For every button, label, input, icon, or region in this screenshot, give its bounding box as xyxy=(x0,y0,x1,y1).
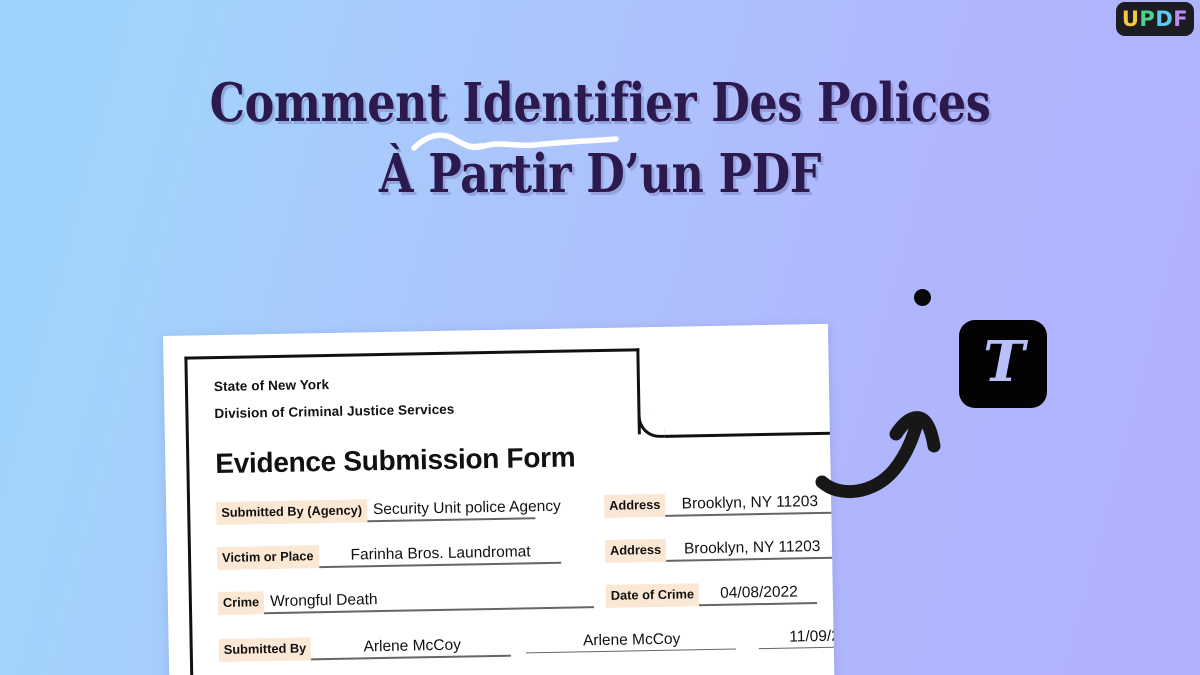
field-label: Submitted By (Agency) xyxy=(216,499,368,525)
hero-title: Comment Identifier Des Polices À Partir … xyxy=(0,68,1200,210)
pdf-document-preview[interactable]: State of New York Division of Criminal J… xyxy=(163,323,835,675)
doc-form-title: Evidence Submission Form xyxy=(215,441,576,480)
slide-canvas: UPDF Comment Identifier Des Polices À Pa… xyxy=(0,0,1200,675)
field-date-of-crime[interactable]: Date of Crime 04/08/2022 xyxy=(605,581,818,608)
updf-letter-d: D xyxy=(1155,6,1174,31)
field-label: Victim or Place xyxy=(216,545,319,570)
field-label: Date of Crime xyxy=(605,583,700,608)
field-value-date[interactable]: 11/09/2 xyxy=(758,627,834,648)
hero-title-line-2: À Partir D’un PDF xyxy=(379,143,821,206)
squiggle-underline-icon xyxy=(411,132,619,151)
field-victim-or-place[interactable]: Victim or Place Farinha Bros. Laundromat xyxy=(216,541,561,570)
doc-frame-top xyxy=(184,348,640,360)
field-label: Crime xyxy=(217,591,265,615)
doc-body: State of New York Division of Criminal J… xyxy=(213,368,835,675)
updf-letter-u: U xyxy=(1121,6,1140,31)
doc-agency-division: Division of Criminal Justice Services xyxy=(214,401,455,422)
field-signature[interactable]: Arlene McCoy xyxy=(525,630,736,654)
field-submitted-by[interactable]: Submitted By Arlene McCoy xyxy=(218,634,512,662)
updf-letter-f: F xyxy=(1173,6,1189,31)
font-letter-t-icon: T xyxy=(983,329,1025,395)
field-submitted-by-agency[interactable]: Submitted By (Agency) Security Unit poli… xyxy=(216,496,561,525)
decorative-dot xyxy=(914,289,931,306)
doc-frame-left xyxy=(184,356,194,675)
hero-title-line-1: Comment Identifier Des Polices xyxy=(209,72,991,134)
field-address-1[interactable]: Address Brooklyn, NY 11203 xyxy=(603,491,833,518)
field-label: Address xyxy=(603,493,666,518)
updf-letter-p: P xyxy=(1139,6,1156,31)
field-signature-date[interactable]: 11/09/2 xyxy=(758,627,835,650)
curved-arrow-icon xyxy=(815,411,941,499)
field-label: Address xyxy=(604,538,667,563)
field-address-2[interactable]: Address Brooklyn, NY 11203 xyxy=(604,536,835,563)
updf-logo-badge: UPDF xyxy=(1116,2,1194,36)
doc-agency-state: State of New York xyxy=(213,376,330,395)
font-identifier-tile[interactable]: T xyxy=(959,320,1047,408)
field-value[interactable]: 04/08/2022 xyxy=(699,583,817,604)
field-label: Submitted By xyxy=(218,637,312,662)
